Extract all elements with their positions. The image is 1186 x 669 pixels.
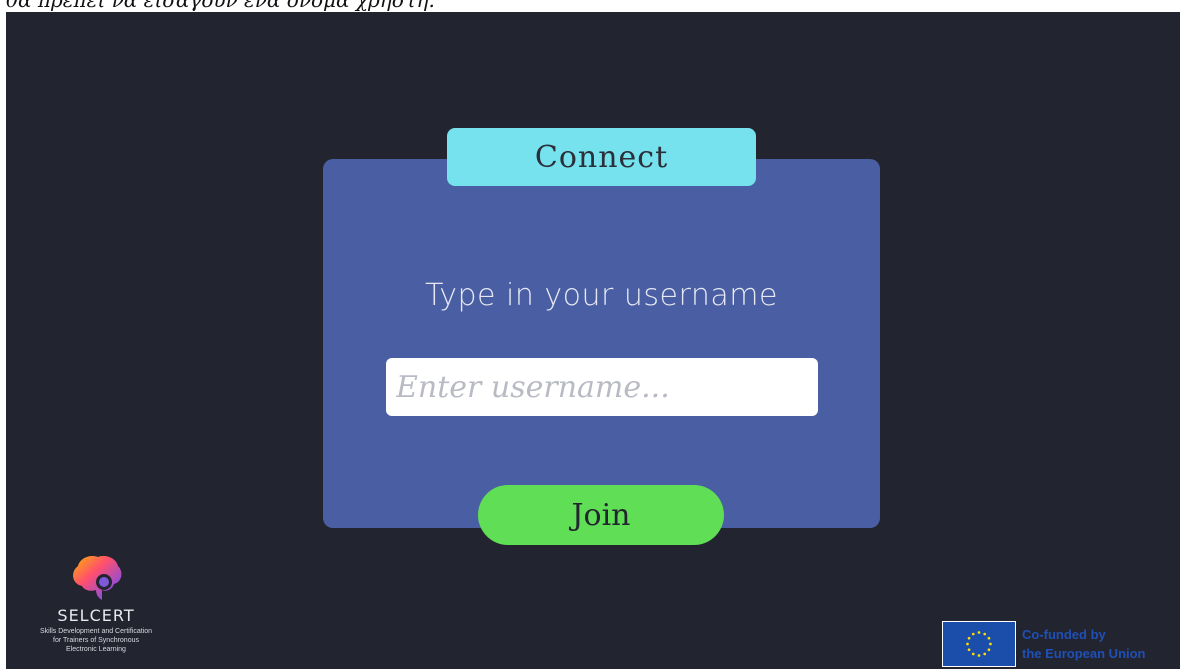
tagline-line-1: Skills Development and Certification bbox=[39, 628, 153, 635]
selcert-logo: SELCERT Skills Development and Certifica… bbox=[12, 552, 180, 667]
panel-title: Connect bbox=[447, 128, 756, 186]
brand-tagline: Skills Development and Certification for… bbox=[16, 627, 176, 654]
username-input[interactable] bbox=[386, 358, 818, 416]
tagline-line-2: for Trainers of Synchronous bbox=[53, 637, 139, 644]
eu-line-2: the European Union bbox=[1022, 646, 1146, 661]
eu-line-1: Co-funded by bbox=[1022, 627, 1106, 642]
brain-icon bbox=[73, 556, 122, 600]
caption-strip: θα πρέπει να εισάγουν ένα όνομα χρήστη. bbox=[0, 0, 1186, 12]
connect-panel bbox=[323, 159, 880, 528]
eu-funding-badge: Co-funded by the European Union bbox=[942, 620, 1176, 668]
brand-name: SELCERT bbox=[57, 606, 135, 625]
join-button[interactable]: Join bbox=[478, 485, 724, 545]
eu-funding-text: Co-funded by the European Union bbox=[1022, 625, 1146, 663]
username-prompt: Type in your username bbox=[425, 278, 778, 313]
app-screen: Connect Type in your username Join SELCE… bbox=[6, 12, 1180, 669]
tagline-line-3: Electronic Learning bbox=[66, 646, 126, 653]
caption-text: θα πρέπει να εισάγουν ένα όνομα χρήστη. bbox=[6, 0, 435, 12]
eu-flag-icon bbox=[942, 621, 1016, 667]
